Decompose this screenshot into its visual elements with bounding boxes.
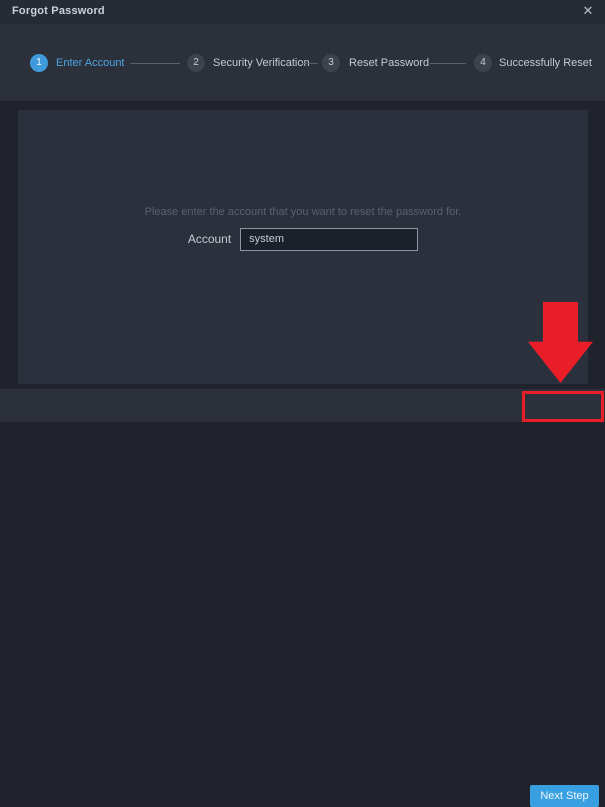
step-4-circle: 4 bbox=[474, 54, 492, 72]
step-4-label: Successfully Reset bbox=[499, 57, 592, 69]
account-input[interactable] bbox=[240, 227, 419, 251]
content-panel: Please enter the account that you want t… bbox=[18, 110, 588, 384]
step-connector bbox=[302, 63, 318, 64]
instruction-text: Please enter the account that you want t… bbox=[144, 206, 462, 218]
step-3-label: Reset Password bbox=[349, 57, 430, 69]
forgot-password-dialog: Forgot Password ✕ 1 Enter Account 2 Secu… bbox=[0, 0, 605, 807]
close-icon[interactable]: ✕ bbox=[580, 3, 596, 19]
step-3-circle: 3 bbox=[322, 54, 340, 72]
account-label: Account bbox=[187, 232, 232, 246]
dialog-title: Forgot Password bbox=[12, 5, 105, 17]
next-step-button[interactable]: Next Step bbox=[530, 785, 599, 807]
step-1-circle: 1 bbox=[30, 54, 48, 72]
step-2-circle: 2 bbox=[187, 54, 205, 72]
step-connector bbox=[430, 63, 466, 64]
wizard-steps-bar: 1 Enter Account 2 Security Verification … bbox=[0, 24, 605, 101]
step-connector bbox=[130, 63, 180, 64]
step-1-label: Enter Account bbox=[56, 57, 125, 69]
footer-bar: Next Step bbox=[0, 389, 605, 807]
title-bar: Forgot Password ✕ bbox=[0, 0, 605, 24]
account-row: Account bbox=[18, 227, 588, 251]
step-2-label: Security Verification bbox=[213, 57, 310, 69]
